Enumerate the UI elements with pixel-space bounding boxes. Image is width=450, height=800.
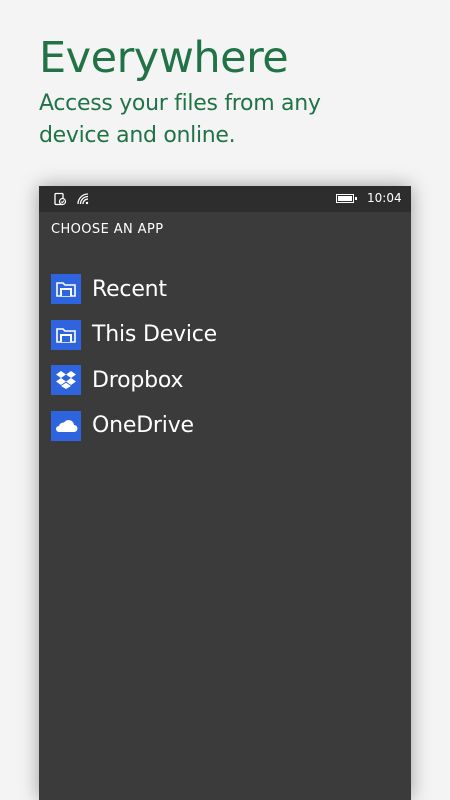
app-item-recent[interactable]: Recent <box>51 274 217 304</box>
app-list: Recent This Device Dropbox OneDrive <box>51 274 217 456</box>
folder-icon <box>51 319 81 350</box>
phone-screen: 10:04 CHOOSE AN APP Recent This Device D… <box>39 186 411 800</box>
status-time: 10:04 <box>367 191 402 205</box>
dropbox-icon <box>51 365 81 395</box>
hero-subtitle: Access your files from any device and on… <box>39 91 321 148</box>
choose-app-header: CHOOSE AN APP <box>51 222 164 237</box>
wifi-icon <box>76 192 90 206</box>
app-item-label: Recent <box>92 276 167 302</box>
onedrive-icon <box>51 410 81 441</box>
app-item-label: This Device <box>92 322 217 347</box>
location-sync-icon <box>53 192 67 206</box>
app-item-label: Dropbox <box>92 367 184 393</box>
status-bar: 10:04 <box>39 186 411 212</box>
app-item-label: OneDrive <box>92 413 194 438</box>
hero-title: Everywhere <box>39 33 289 83</box>
folder-icon <box>51 274 81 304</box>
app-item-this-device[interactable]: This Device <box>51 319 217 350</box>
app-item-onedrive[interactable]: OneDrive <box>51 410 217 441</box>
battery-icon <box>336 194 357 203</box>
app-item-dropbox[interactable]: Dropbox <box>51 365 217 395</box>
